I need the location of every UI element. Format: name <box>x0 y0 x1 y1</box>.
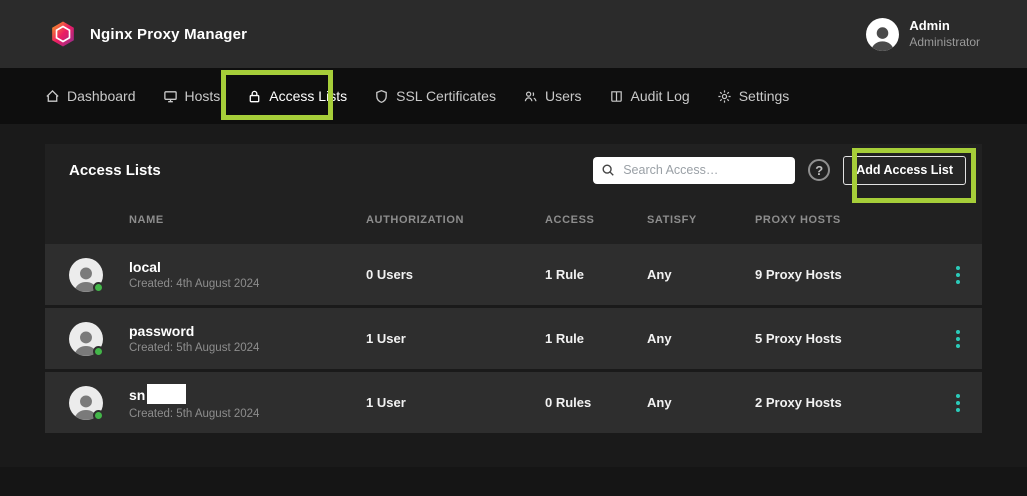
column-header-name: NAME <box>129 214 366 226</box>
access-cell: 1 Rule <box>545 331 647 346</box>
proxy-hosts-cell: 9 Proxy Hosts <box>755 267 936 282</box>
satisfy-cell: Any <box>647 267 755 282</box>
authorization-cell: 0 Users <box>366 267 545 282</box>
help-button[interactable]: ? <box>808 159 830 181</box>
nav-item-settings[interactable]: Settings <box>717 88 790 104</box>
access-cell: 1 Rule <box>545 267 647 282</box>
table-row-sn[interactable]: sn Created: 5th August 2024 1 User 0 Rul… <box>45 372 982 436</box>
user-name: Admin <box>909 18 980 34</box>
nav-item-access-lists[interactable]: Access Lists <box>247 88 347 104</box>
user-avatar <box>866 18 899 51</box>
avatar <box>69 386 103 420</box>
book-icon <box>609 89 624 104</box>
table-row-password[interactable]: password Created: 5th August 2024 1 User… <box>45 308 982 372</box>
row-menu-button[interactable] <box>950 389 966 417</box>
created-date: Created: 5th August 2024 <box>129 342 366 354</box>
authorization-cell: 1 User <box>366 331 545 346</box>
page-content: Access Lists ? Add Access List NAME AUTH… <box>0 124 1027 436</box>
home-icon <box>45 89 60 104</box>
status-dot <box>93 410 104 421</box>
table-body: local Created: 4th August 2024 0 Users 1… <box>45 244 982 436</box>
nav-item-audit-log[interactable]: Audit Log <box>609 88 690 104</box>
search-box <box>593 157 795 184</box>
search-icon <box>601 163 615 177</box>
access-list-name: password <box>129 323 194 340</box>
access-list-name: local <box>129 259 161 276</box>
user-role: Administrator <box>909 35 980 50</box>
column-header-proxy-hosts: PROXY HOSTS <box>755 214 936 226</box>
table-row-local[interactable]: local Created: 4th August 2024 0 Users 1… <box>45 244 982 308</box>
avatar <box>69 258 103 292</box>
column-header-access: ACCESS <box>545 214 647 226</box>
panel-title: Access Lists <box>69 162 161 179</box>
authorization-cell: 1 User <box>366 395 545 410</box>
table-header-row: NAME AUTHORIZATION ACCESS SATISFY PROXY … <box>45 196 982 244</box>
redaction-box <box>147 384 186 404</box>
nav-item-users[interactable]: Users <box>523 88 582 104</box>
status-dot <box>93 282 104 293</box>
nav-item-dashboard[interactable]: Dashboard <box>45 88 136 104</box>
row-menu-button[interactable] <box>950 261 966 289</box>
monitor-icon <box>163 89 178 104</box>
satisfy-cell: Any <box>647 395 755 410</box>
footer-strip <box>0 467 1027 496</box>
proxy-hosts-cell: 2 Proxy Hosts <box>755 395 936 410</box>
lock-icon <box>247 89 262 104</box>
search-input[interactable] <box>593 157 795 184</box>
column-header-satisfy: SATISFY <box>647 214 755 226</box>
access-lists-panel: Access Lists ? Add Access List NAME AUTH… <box>45 144 982 436</box>
created-date: Created: 5th August 2024 <box>129 408 366 420</box>
status-dot <box>93 346 104 357</box>
access-list-name: sn <box>129 387 145 404</box>
column-header-authorization: AUTHORIZATION <box>366 214 545 226</box>
nginx-proxy-manager-logo-icon <box>48 19 78 49</box>
app-header: Nginx Proxy Manager Admin Administrator <box>0 0 1027 68</box>
nav-item-ssl-certificates[interactable]: SSL Certificates <box>374 88 496 104</box>
panel-header: Access Lists ? Add Access List <box>45 144 982 196</box>
avatar <box>69 322 103 356</box>
nav-item-hosts[interactable]: Hosts <box>163 88 221 104</box>
add-access-list-button[interactable]: Add Access List <box>843 156 966 185</box>
access-cell: 0 Rules <box>545 395 647 410</box>
gear-icon <box>717 89 732 104</box>
created-date: Created: 4th August 2024 <box>129 278 366 290</box>
user-menu[interactable]: Admin Administrator <box>866 18 980 51</box>
row-menu-button[interactable] <box>950 325 966 353</box>
main-nav: Dashboard Hosts Access Lists SSL Certifi… <box>0 68 1027 124</box>
users-icon <box>523 89 538 104</box>
shield-icon <box>374 89 389 104</box>
proxy-hosts-cell: 5 Proxy Hosts <box>755 331 936 346</box>
app-title: Nginx Proxy Manager <box>90 26 247 43</box>
satisfy-cell: Any <box>647 331 755 346</box>
